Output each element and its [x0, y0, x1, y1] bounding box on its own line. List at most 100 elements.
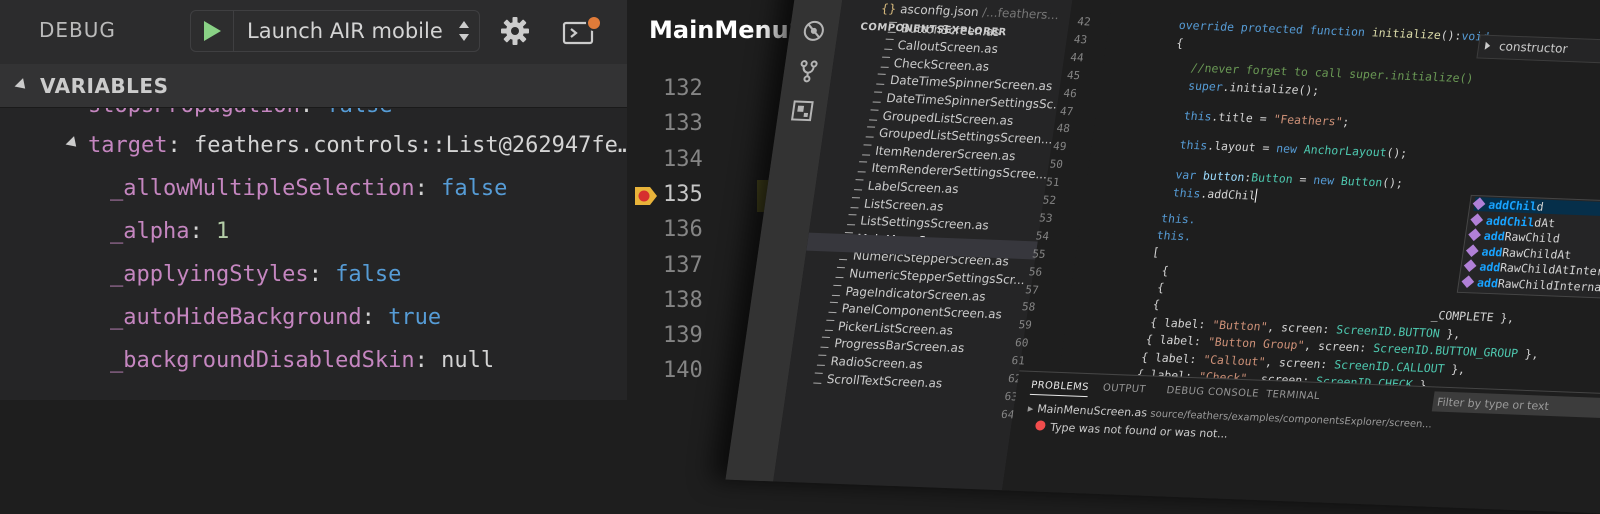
file-item[interactable]: ItemRendererScreen.as — [861, 143, 1016, 163]
method-icon — [1461, 275, 1475, 289]
problem-row[interactable]: Type was not found or was not... — [1034, 420, 1229, 441]
launch-config-select[interactable]: Launch AIR mobile — [190, 10, 480, 52]
line-number: 137 — [663, 253, 703, 278]
bottom-panel: PROBLEMS OUTPUT DEBUG CONSOLE TERMINAL ▸… — [1001, 370, 1600, 514]
tab-terminal[interactable]: TERMINAL — [1265, 389, 1320, 402]
line-number-current: 135 — [663, 182, 703, 207]
play-icon — [204, 21, 221, 41]
variable-row[interactable]: _applyingStyles: false — [110, 255, 401, 295]
file-item[interactable]: DateTimeSpinnerScreen.as — [876, 73, 1053, 94]
line-number: 56 — [1027, 264, 1044, 279]
line-number: 60 — [1014, 336, 1030, 350]
file-icon — [831, 284, 842, 296]
file-icon — [854, 179, 864, 191]
file-icon — [820, 337, 831, 349]
code-line: super.initialize(); — [1187, 78, 1321, 98]
code-line: override protected function initialize()… — [1177, 17, 1491, 44]
extensions-icon[interactable] — [789, 98, 816, 123]
variable-name: _autoHideBackground — [110, 305, 362, 330]
line-number: 61 — [1010, 354, 1026, 368]
source-control-icon[interactable] — [794, 58, 821, 83]
line-number: 132 — [663, 76, 703, 101]
variable-value: false — [335, 262, 402, 287]
file-icon — [813, 372, 823, 384]
file-item[interactable]: ScrollTextScreen.as — [813, 371, 943, 390]
file-item[interactable]: CalloutScreen.as — [883, 38, 999, 56]
line-number: 52 — [1041, 193, 1057, 207]
line-number: 43 — [1072, 32, 1089, 47]
file-icon — [817, 354, 827, 366]
file-icon — [857, 161, 868, 173]
file-icon — [861, 144, 872, 156]
autocomplete-item[interactable]: addRawChildInternal — [1461, 275, 1600, 298]
line-number: 136 — [663, 217, 703, 242]
line-number: 139 — [663, 323, 703, 348]
line-number: 47 — [1059, 104, 1075, 118]
problems-filter-input[interactable] — [1431, 391, 1600, 420]
code-line: { — [1156, 280, 1166, 295]
variable-value: false — [326, 108, 392, 118]
tab-debug-console[interactable]: DEBUG CONSOLE — [1166, 385, 1260, 400]
file-icon — [850, 196, 861, 209]
expand-chevron-icon[interactable] — [65, 136, 81, 151]
variable-name: _alpha — [110, 219, 190, 244]
variable-row[interactable]: _autoHideBackground: true — [110, 298, 441, 338]
method-icon — [1466, 244, 1479, 257]
line-number: 59 — [1017, 318, 1033, 332]
error-icon — [1034, 420, 1047, 431]
code-line: this. — [1155, 228, 1193, 244]
vscode-screenshot: {} asconfig.json /...feathers... COMPONEN… — [725, 0, 1600, 514]
variable-name: _allowMultipleSelection — [110, 176, 415, 201]
line-number: 140 — [663, 358, 703, 383]
file-item[interactable]: ListSettingsScreen.as — [846, 213, 990, 233]
launch-config-label: Launch AIR mobile — [247, 19, 443, 43]
variable-row[interactable]: _alpha: 1 — [110, 212, 229, 252]
line-number: 46 — [1062, 86, 1078, 100]
variable-row-target[interactable]: target: feathers.controls::List@262947fe… — [88, 126, 627, 166]
variable-value: false — [441, 176, 508, 201]
line-number: 134 — [663, 147, 703, 172]
variable-value: null — [441, 348, 495, 373]
line-number: 55 — [1031, 247, 1047, 261]
file-item[interactable]: PageIndicatorScreen.as — [831, 283, 987, 303]
method-icon — [1463, 259, 1477, 273]
file-item[interactable]: CheckScreen.as — [880, 55, 990, 74]
code-line: this.layout = new AnchorLayout(); — [1178, 137, 1409, 161]
debug-console-icon[interactable] — [561, 14, 603, 50]
variables-section-header[interactable]: VARIABLES — [0, 64, 627, 108]
tab-output[interactable]: OUTPUT — [1102, 383, 1147, 396]
file-item[interactable]: ButtonScreen.as — [887, 20, 1001, 39]
code-line: this. — [1160, 211, 1197, 227]
variable-name: _backgroundDisabledSkin — [110, 348, 415, 373]
file-item[interactable]: PickerListScreen.as — [824, 319, 954, 337]
file-item[interactable]: RadioScreen.as — [817, 354, 924, 372]
debug-panel: DEBUG Launch AIR mobile VARIABLES target… — [0, 0, 627, 400]
file-item[interactable]: ListScreen.as — [850, 196, 944, 213]
variables-title: VARIABLES — [40, 74, 169, 98]
file-icon — [872, 91, 883, 103]
method-icon — [1472, 197, 1486, 211]
gear-icon[interactable] — [499, 15, 531, 47]
tab-problems[interactable]: PROBLEMS — [1029, 379, 1090, 398]
line-number: 133 — [663, 111, 703, 136]
file-item[interactable]: PanelComponentScreen.as — [828, 301, 1003, 322]
variable-row[interactable]: stopsPropagation: false — [88, 108, 393, 126]
select-arrows-icon — [459, 21, 469, 41]
breakpoint-arrow-icon[interactable] — [633, 185, 659, 207]
file-icon — [880, 56, 890, 68]
line-number: 53 — [1038, 211, 1054, 225]
code-line-cursor[interactable]: this.addChil — [1172, 185, 1258, 203]
line-number: 50 — [1048, 157, 1064, 172]
start-debugging-button[interactable] — [191, 11, 234, 51]
file-item[interactable]: LabelScreen.as — [854, 178, 960, 196]
method-icon — [1470, 212, 1484, 226]
file-item[interactable]: {} asconfig.json /...feathers... — [880, 1, 1060, 22]
file-item[interactable]: ProgressBarScreen.as — [820, 336, 965, 356]
file-item[interactable]: GroupedListScreen.as — [869, 108, 1014, 128]
debug-bug-icon[interactable] — [800, 18, 827, 43]
variable-row[interactable]: _backgroundDisabledSkin: null — [110, 341, 494, 381]
code-line: this.title = "Feathers"; — [1182, 108, 1351, 129]
variable-row[interactable]: _allowMultipleSelection: false — [110, 169, 507, 209]
file-icon — [869, 109, 879, 121]
line-number: 57 — [1024, 282, 1040, 297]
